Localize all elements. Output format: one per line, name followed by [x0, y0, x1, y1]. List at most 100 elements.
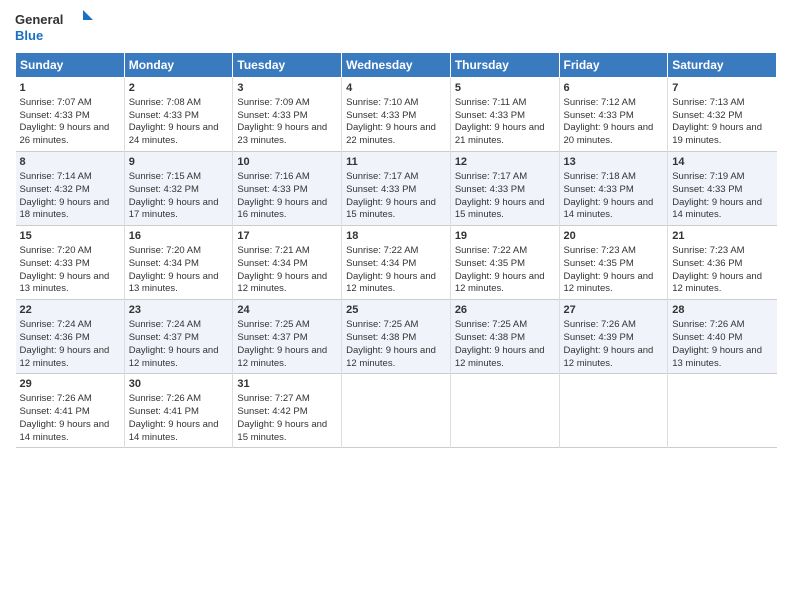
day-number: 14: [672, 155, 772, 170]
day-number: 6: [564, 81, 664, 96]
sunrise-text: Sunrise: 7:12 AM: [564, 97, 636, 108]
logo: General Blue: [15, 10, 95, 46]
sunset-text: Sunset: 4:35 PM: [564, 258, 634, 269]
daylight-text: Daylight: 9 hours and 12 minutes.: [672, 271, 762, 295]
calendar-cell: 12Sunrise: 7:17 AMSunset: 4:33 PMDayligh…: [450, 152, 559, 226]
calendar-cell: 4Sunrise: 7:10 AMSunset: 4:33 PMDaylight…: [342, 78, 451, 152]
sunset-text: Sunset: 4:32 PM: [129, 184, 199, 195]
sunset-text: Sunset: 4:36 PM: [20, 332, 90, 343]
day-number: 7: [672, 81, 772, 96]
logo-svg: General Blue: [15, 10, 95, 46]
day-number: 26: [455, 303, 555, 318]
day-number: 12: [455, 155, 555, 170]
sunrise-text: Sunrise: 7:23 AM: [564, 245, 636, 256]
daylight-text: Daylight: 9 hours and 19 minutes.: [672, 122, 762, 146]
daylight-text: Daylight: 9 hours and 14 minutes.: [672, 197, 762, 221]
daylight-text: Daylight: 9 hours and 12 minutes.: [346, 271, 436, 295]
day-number: 15: [20, 229, 120, 244]
day-header-sunday: Sunday: [16, 53, 125, 78]
calendar-cell: 9Sunrise: 7:15 AMSunset: 4:32 PMDaylight…: [124, 152, 233, 226]
daylight-text: Daylight: 9 hours and 14 minutes.: [129, 419, 219, 443]
calendar-cell: 18Sunrise: 7:22 AMSunset: 4:34 PMDayligh…: [342, 226, 451, 300]
sunrise-text: Sunrise: 7:13 AM: [672, 97, 744, 108]
daylight-text: Daylight: 9 hours and 15 minutes.: [346, 197, 436, 221]
page: General Blue SundayMondayTuesdayWednesda…: [0, 0, 792, 612]
calendar-cell: 14Sunrise: 7:19 AMSunset: 4:33 PMDayligh…: [668, 152, 777, 226]
sunset-text: Sunset: 4:33 PM: [346, 110, 416, 121]
calendar-cell: 24Sunrise: 7:25 AMSunset: 4:37 PMDayligh…: [233, 300, 342, 374]
svg-text:Blue: Blue: [15, 28, 43, 43]
day-header-friday: Friday: [559, 53, 668, 78]
sunset-text: Sunset: 4:38 PM: [455, 332, 525, 343]
week-row-1: 1Sunrise: 7:07 AMSunset: 4:33 PMDaylight…: [16, 78, 777, 152]
sunset-text: Sunset: 4:32 PM: [672, 110, 742, 121]
sunset-text: Sunset: 4:34 PM: [346, 258, 416, 269]
sunrise-text: Sunrise: 7:25 AM: [237, 319, 309, 330]
daylight-text: Daylight: 9 hours and 12 minutes.: [346, 345, 436, 369]
daylight-text: Daylight: 9 hours and 24 minutes.: [129, 122, 219, 146]
sunrise-text: Sunrise: 7:08 AM: [129, 97, 201, 108]
sunset-text: Sunset: 4:40 PM: [672, 332, 742, 343]
day-header-thursday: Thursday: [450, 53, 559, 78]
day-number: 9: [129, 155, 229, 170]
day-number: 22: [20, 303, 120, 318]
day-number: 16: [129, 229, 229, 244]
week-row-4: 22Sunrise: 7:24 AMSunset: 4:36 PMDayligh…: [16, 300, 777, 374]
sunrise-text: Sunrise: 7:26 AM: [564, 319, 636, 330]
daylight-text: Daylight: 9 hours and 13 minutes.: [672, 345, 762, 369]
sunset-text: Sunset: 4:33 PM: [564, 184, 634, 195]
daylight-text: Daylight: 9 hours and 13 minutes.: [129, 271, 219, 295]
daylight-text: Daylight: 9 hours and 12 minutes.: [129, 345, 219, 369]
calendar-cell: 16Sunrise: 7:20 AMSunset: 4:34 PMDayligh…: [124, 226, 233, 300]
sunset-text: Sunset: 4:33 PM: [455, 110, 525, 121]
calendar-cell: [668, 374, 777, 448]
sunset-text: Sunset: 4:41 PM: [20, 406, 90, 417]
sunset-text: Sunset: 4:33 PM: [346, 184, 416, 195]
day-number: 11: [346, 155, 446, 170]
sunrise-text: Sunrise: 7:23 AM: [672, 245, 744, 256]
sunrise-text: Sunrise: 7:09 AM: [237, 97, 309, 108]
sunset-text: Sunset: 4:33 PM: [129, 110, 199, 121]
calendar-cell: 28Sunrise: 7:26 AMSunset: 4:40 PMDayligh…: [668, 300, 777, 374]
daylight-text: Daylight: 9 hours and 12 minutes.: [455, 345, 545, 369]
daylight-text: Daylight: 9 hours and 20 minutes.: [564, 122, 654, 146]
sunrise-text: Sunrise: 7:18 AM: [564, 171, 636, 182]
day-number: 21: [672, 229, 772, 244]
calendar-cell: 27Sunrise: 7:26 AMSunset: 4:39 PMDayligh…: [559, 300, 668, 374]
calendar-cell: 17Sunrise: 7:21 AMSunset: 4:34 PMDayligh…: [233, 226, 342, 300]
day-number: 13: [564, 155, 664, 170]
sunrise-text: Sunrise: 7:16 AM: [237, 171, 309, 182]
daylight-text: Daylight: 9 hours and 12 minutes.: [564, 345, 654, 369]
calendar-cell: 15Sunrise: 7:20 AMSunset: 4:33 PMDayligh…: [16, 226, 125, 300]
daylight-text: Daylight: 9 hours and 14 minutes.: [564, 197, 654, 221]
calendar-cell: 8Sunrise: 7:14 AMSunset: 4:32 PMDaylight…: [16, 152, 125, 226]
sunrise-text: Sunrise: 7:21 AM: [237, 245, 309, 256]
calendar-cell: 7Sunrise: 7:13 AM Sunset: 4:32 PMDaylight…: [668, 78, 777, 152]
sunset-text: Sunset: 4:37 PM: [237, 332, 307, 343]
sunset-text: Sunset: 4:41 PM: [129, 406, 199, 417]
daylight-text: Daylight: 9 hours and 12 minutes.: [455, 271, 545, 295]
sunrise-text: Sunrise: 7:19 AM: [672, 171, 744, 182]
calendar-cell: 6Sunrise: 7:12 AMSunset: 4:33 PMDaylight…: [559, 78, 668, 152]
calendar-cell: 13Sunrise: 7:18 AM Sunset: 4:33 PM Dayligh…: [559, 152, 668, 226]
sunset-text: Sunset: 4:34 PM: [237, 258, 307, 269]
day-number: 30: [129, 377, 229, 392]
sunrise-text: Sunrise: 7:11 AM: [455, 97, 527, 108]
sunset-text: Sunset: 4:33 PM: [237, 110, 307, 121]
daylight-text: Daylight: 9 hours and 15 minutes.: [237, 419, 327, 443]
sunset-text: Sunset: 4:33 PM: [455, 184, 525, 195]
calendar-cell: 21Sunrise: 7:23 AMSunset: 4:36 PMDayligh…: [668, 226, 777, 300]
sunset-text: Sunset: 4:33 PM: [20, 258, 90, 269]
daylight-text: Daylight: 9 hours and 22 minutes.: [346, 122, 436, 146]
sunrise-text: Sunrise: 7:20 AM: [129, 245, 201, 256]
sunset-text: Sunset: 4:38 PM: [346, 332, 416, 343]
sunrise-text: Sunrise: 7:22 AM: [455, 245, 527, 256]
header: General Blue: [15, 10, 777, 46]
calendar-cell: 29Sunrise: 7:26 AMSunset: 4:41 PMDayligh…: [16, 374, 125, 448]
daylight-text: Daylight: 9 hours and 12 minutes.: [237, 271, 327, 295]
header-row: SundayMondayTuesdayWednesdayThursdayFrid…: [16, 53, 777, 78]
daylight-text: Daylight: 9 hours and 12 minutes.: [564, 271, 654, 295]
calendar-table: SundayMondayTuesdayWednesdayThursdayFrid…: [15, 52, 777, 448]
daylight-text: Daylight: 9 hours and 26 minutes.: [20, 122, 110, 146]
day-number: 31: [237, 377, 337, 392]
